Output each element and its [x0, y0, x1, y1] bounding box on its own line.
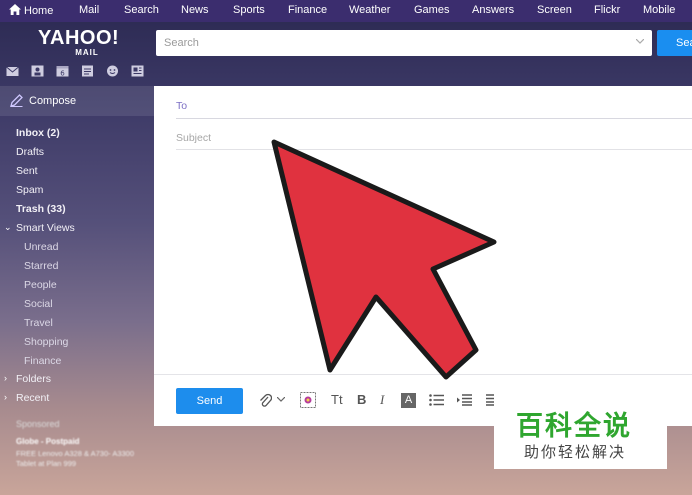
mail-icon[interactable]: [6, 65, 19, 77]
compose-panel: To Subject Send Tt B I A: [154, 86, 692, 426]
pencil-icon: [10, 94, 23, 107]
send-button[interactable]: Send: [176, 388, 243, 414]
chevron-right-icon[interactable]: ›: [4, 373, 7, 383]
nav-screen[interactable]: Screen: [537, 4, 572, 16]
smart-view-finance[interactable]: Finance: [24, 355, 61, 367]
top-nav: Home Mail Search News Sports Finance Wea…: [0, 0, 692, 22]
ad-title[interactable]: Globe - Postpaid: [16, 437, 80, 446]
stationery-icon[interactable]: [300, 392, 316, 408]
smart-view-unread[interactable]: Unread: [24, 241, 58, 253]
watermark-badge: 百科全说 助你轻松解决: [494, 399, 667, 469]
home-icon: [9, 4, 21, 15]
smart-view-travel[interactable]: Travel: [24, 317, 53, 329]
indent-icon[interactable]: [457, 394, 472, 406]
bold-button[interactable]: B: [357, 392, 366, 407]
text-size-button[interactable]: Tt: [331, 392, 343, 407]
folder-drafts[interactable]: Drafts: [16, 146, 44, 158]
nav-answers[interactable]: Answers: [472, 4, 514, 16]
compose-button[interactable]: Compose: [0, 86, 154, 116]
folder-inbox[interactable]: Inbox (2): [16, 127, 60, 139]
subject-divider: [176, 149, 692, 150]
chevron-down-icon[interactable]: [636, 39, 644, 44]
smart-view-people[interactable]: People: [24, 279, 57, 291]
notepad-icon[interactable]: [81, 65, 94, 77]
calendar-icon[interactable]: 6: [56, 65, 69, 77]
svg-text:6: 6: [60, 69, 65, 77]
attachment-icon[interactable]: [258, 392, 272, 408]
chevron-down-icon[interactable]: [277, 397, 285, 402]
search-button[interactable]: Sea: [657, 30, 692, 56]
nav-search[interactable]: Search: [124, 4, 159, 16]
quick-icons-bar: 6: [6, 65, 156, 77]
nav-news[interactable]: News: [181, 4, 209, 16]
recent-toggle[interactable]: Recent: [16, 392, 49, 404]
logo-sub: MAIL: [75, 48, 99, 57]
nav-home[interactable]: Home: [9, 4, 53, 17]
sponsored-label: Sponsored: [16, 419, 60, 429]
nav-mobile[interactable]: Mobile: [643, 4, 675, 16]
folder-trash[interactable]: Trash (33): [16, 203, 66, 215]
compose-label: Compose: [29, 95, 77, 107]
nav-mail[interactable]: Mail: [79, 4, 99, 16]
chevron-down-icon[interactable]: ⌄: [4, 222, 12, 233]
align-icon[interactable]: [486, 394, 494, 406]
smart-view-social[interactable]: Social: [24, 298, 53, 310]
smart-view-starred[interactable]: Starred: [24, 260, 58, 272]
logo-main: YAHOO!: [38, 27, 120, 49]
newsfeed-icon[interactable]: [131, 65, 144, 77]
smart-views-toggle[interactable]: Smart Views: [16, 222, 75, 234]
messenger-icon[interactable]: [106, 65, 119, 77]
to-divider: [176, 118, 692, 119]
nav-finance[interactable]: Finance: [288, 4, 327, 16]
folder-sent[interactable]: Sent: [16, 165, 38, 177]
chevron-right-icon[interactable]: ›: [4, 392, 7, 402]
font-color-button[interactable]: A: [401, 393, 416, 408]
search-input[interactable]: Search: [156, 30, 652, 56]
nav-games[interactable]: Games: [414, 4, 449, 16]
search-placeholder: Search: [164, 37, 199, 49]
watermark-subtitle: 助你轻松解决: [524, 444, 627, 461]
contacts-icon[interactable]: [31, 65, 44, 77]
nav-sports[interactable]: Sports: [233, 4, 265, 16]
toolbar-divider: [154, 374, 692, 375]
nav-weather[interactable]: Weather: [349, 4, 390, 16]
ad-body[interactable]: FREE Lenovo A328 & A730- A3300 Tablet at…: [16, 449, 146, 469]
smart-view-shopping[interactable]: Shopping: [24, 336, 68, 348]
italic-button[interactable]: I: [380, 392, 384, 408]
folders-toggle[interactable]: Folders: [16, 373, 51, 385]
nav-flickr[interactable]: Flickr: [594, 4, 620, 16]
watermark-title: 百科全说: [516, 411, 632, 441]
bulleted-list-icon[interactable]: [429, 394, 444, 406]
subject-field[interactable]: Subject: [176, 132, 211, 144]
nav-home-label: Home: [24, 5, 54, 17]
folder-spam[interactable]: Spam: [16, 184, 43, 196]
to-field[interactable]: To: [176, 100, 187, 112]
yahoo-mail-logo[interactable]: YAHOO! MAIL: [38, 27, 120, 57]
